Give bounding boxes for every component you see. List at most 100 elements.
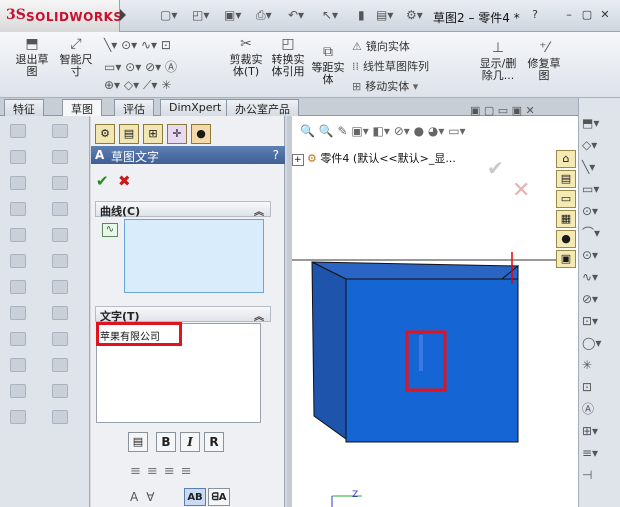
tool-icon[interactable] [52, 358, 68, 372]
offset-entities-button[interactable]: ⧉ 等距实 体 [310, 44, 346, 86]
tool-icon[interactable]: ⊞▾ [582, 420, 618, 442]
solidworks-logo[interactable]: 3S SOLIDWORKS [0, 0, 126, 32]
save-icon[interactable]: ▣▾ [224, 8, 241, 24]
tab-features[interactable]: 特征 [4, 99, 44, 116]
tool-icon[interactable] [10, 410, 26, 424]
maximize-button[interactable]: ▢ [580, 8, 594, 22]
repair-sketch-button[interactable]: ⁺⁄ 修复草 图 [526, 40, 562, 82]
exit-sketch-button[interactable]: ⬒ 退出草 图 [14, 36, 50, 78]
appearances-icon[interactable]: ● [556, 230, 576, 248]
open-icon[interactable]: ◰▾ [192, 8, 209, 24]
italic-button[interactable]: I [180, 432, 200, 452]
align-icons[interactable]: ≡≡≡≡ [130, 464, 198, 479]
tool-icon[interactable]: ⬒▾ [582, 112, 618, 134]
tool-icon[interactable] [10, 332, 26, 346]
config-manager-tab-icon[interactable]: ⊞ [143, 124, 163, 144]
tool-icon[interactable] [10, 228, 26, 242]
line-icon[interactable]: ╲▾ ⊙▾ ∿▾ ⊡ [104, 38, 171, 52]
tool-icon[interactable]: ⊘▾ [582, 288, 618, 310]
tool-icon[interactable] [10, 306, 26, 320]
tool-icon[interactable] [10, 176, 26, 190]
tool-icon[interactable]: ⌒▾ [582, 222, 618, 244]
flip-vertical-icon[interactable]: ᗺA [208, 488, 230, 506]
display-manager-tab-icon[interactable]: ● [191, 124, 211, 144]
tab-office-products[interactable]: 办公室产品 [226, 99, 299, 116]
view-palette-icon[interactable]: ▦ [556, 210, 576, 228]
rectangle-icon[interactable]: ▭▾ ⊙▾ ⊘▾ Ⓐ [104, 58, 177, 75]
new-document-icon[interactable]: ▢▾ [160, 8, 177, 24]
tool-icon[interactable]: ▭▾ [582, 178, 618, 200]
tool-icon[interactable] [10, 202, 26, 216]
tool-icon[interactable]: ✳ [582, 354, 618, 376]
tool-icon[interactable] [52, 150, 68, 164]
cancel-button[interactable]: ✖ [118, 172, 131, 190]
dimxpert-tab-icon[interactable]: ✛ [167, 124, 187, 144]
menu-arrow-icon[interactable] [120, 9, 126, 21]
tool-icon[interactable]: ≡▾ [582, 442, 618, 464]
tool-icon[interactable] [52, 202, 68, 216]
rebuild-icon[interactable]: ▮ [358, 8, 365, 24]
tool-icon[interactable]: ◇▾ [582, 134, 618, 156]
tool-icon[interactable]: ⊙▾ [582, 200, 618, 222]
linear-pattern-button[interactable]: ⁞⁞ 线性草图阵列 [352, 58, 429, 74]
flip-icons[interactable]: A∀ [130, 490, 162, 504]
tab-sketch[interactable]: 草图 [62, 99, 102, 117]
tool-icon[interactable] [10, 150, 26, 164]
help-button[interactable]: ? [528, 8, 542, 22]
tool-icon[interactable]: ⊡▾ [582, 310, 618, 332]
tab-evaluate[interactable]: 评估 [114, 99, 154, 116]
close-button[interactable]: ✕ [598, 8, 612, 22]
tool-icon[interactable] [52, 332, 68, 346]
tool-icon[interactable] [10, 384, 26, 398]
curves-section-header[interactable]: 曲线(C) ︽ [95, 201, 271, 218]
tool-icon[interactable]: ⊣ [582, 464, 618, 486]
collapse-chevron-icon[interactable]: ︽ [254, 308, 264, 323]
convert-entities-button[interactable]: ◰ 转换实 体引用 [268, 36, 308, 78]
options-icon[interactable]: ⚙▾ [406, 8, 423, 24]
tool-icon[interactable] [52, 124, 68, 138]
select-icon[interactable]: ↖▾ [322, 8, 338, 24]
print-icon[interactable]: ⎙▾ [256, 8, 272, 24]
tool-icon[interactable]: ⊡ [582, 376, 618, 398]
rotate-button[interactable]: R [204, 432, 224, 452]
minimize-button[interactable]: – [562, 8, 576, 22]
tool-icon[interactable]: ∿▾ [582, 266, 618, 288]
tool-icon[interactable] [10, 280, 26, 294]
link-property-icon[interactable]: ▤ [128, 432, 148, 452]
tab-dimxpert[interactable]: DimXpert [160, 99, 231, 116]
mirror-entities-button[interactable]: ⚠ 镜向实体 [352, 38, 410, 54]
tool-icon[interactable]: Ⓐ [582, 398, 618, 420]
tool-icon[interactable] [52, 410, 68, 424]
collapse-chevron-icon[interactable]: ︽ [254, 203, 264, 218]
tool-icon[interactable] [10, 358, 26, 372]
help-icon[interactable]: ? [273, 148, 279, 162]
tool-icon[interactable] [52, 228, 68, 242]
display-delete-relations-button[interactable]: ⊥ 显示/删 除几... [478, 40, 518, 82]
tool-icon[interactable] [10, 124, 26, 138]
feature-manager-tab-icon[interactable]: ⚙ [95, 124, 115, 144]
file-properties-icon[interactable]: ▤▾ [376, 8, 393, 24]
custom-properties-icon[interactable]: ▣ [556, 250, 576, 268]
tool-icon[interactable] [52, 384, 68, 398]
tool-icon[interactable]: ◯▾ [582, 332, 618, 354]
tool-icon[interactable] [52, 280, 68, 294]
tool-icon[interactable] [52, 306, 68, 320]
tool-icon[interactable]: ⊙▾ [582, 244, 618, 266]
model-view[interactable] [292, 116, 582, 507]
tool-icon[interactable] [52, 254, 68, 268]
curve-selection-list[interactable] [124, 219, 264, 293]
design-library-icon[interactable]: ▤ [556, 170, 576, 188]
point-icon[interactable]: ⊕▾ ◇▾ ⟋▾ ✳ [104, 78, 171, 93]
smart-dimension-button[interactable]: ⤢ 智能尺 寸 [56, 36, 96, 78]
undo-icon[interactable]: ↶▾ [288, 8, 304, 24]
trim-entities-button[interactable]: ✂ 剪裁实 体(T) [226, 36, 266, 78]
bold-button[interactable]: B [156, 432, 176, 452]
text-section-header[interactable]: 文字(T) ︽ [95, 306, 271, 323]
file-explorer-icon[interactable]: ▭ [556, 190, 576, 208]
flip-horizontal-icon[interactable]: AB [184, 488, 206, 506]
property-manager-tab-icon[interactable]: ▤ [119, 124, 139, 144]
resources-icon[interactable]: ⌂ [556, 150, 576, 168]
ok-button[interactable]: ✔ [96, 172, 109, 190]
move-entities-button[interactable]: ⊞ 移动实体 ▾ [352, 78, 418, 94]
tool-icon[interactable] [52, 176, 68, 190]
